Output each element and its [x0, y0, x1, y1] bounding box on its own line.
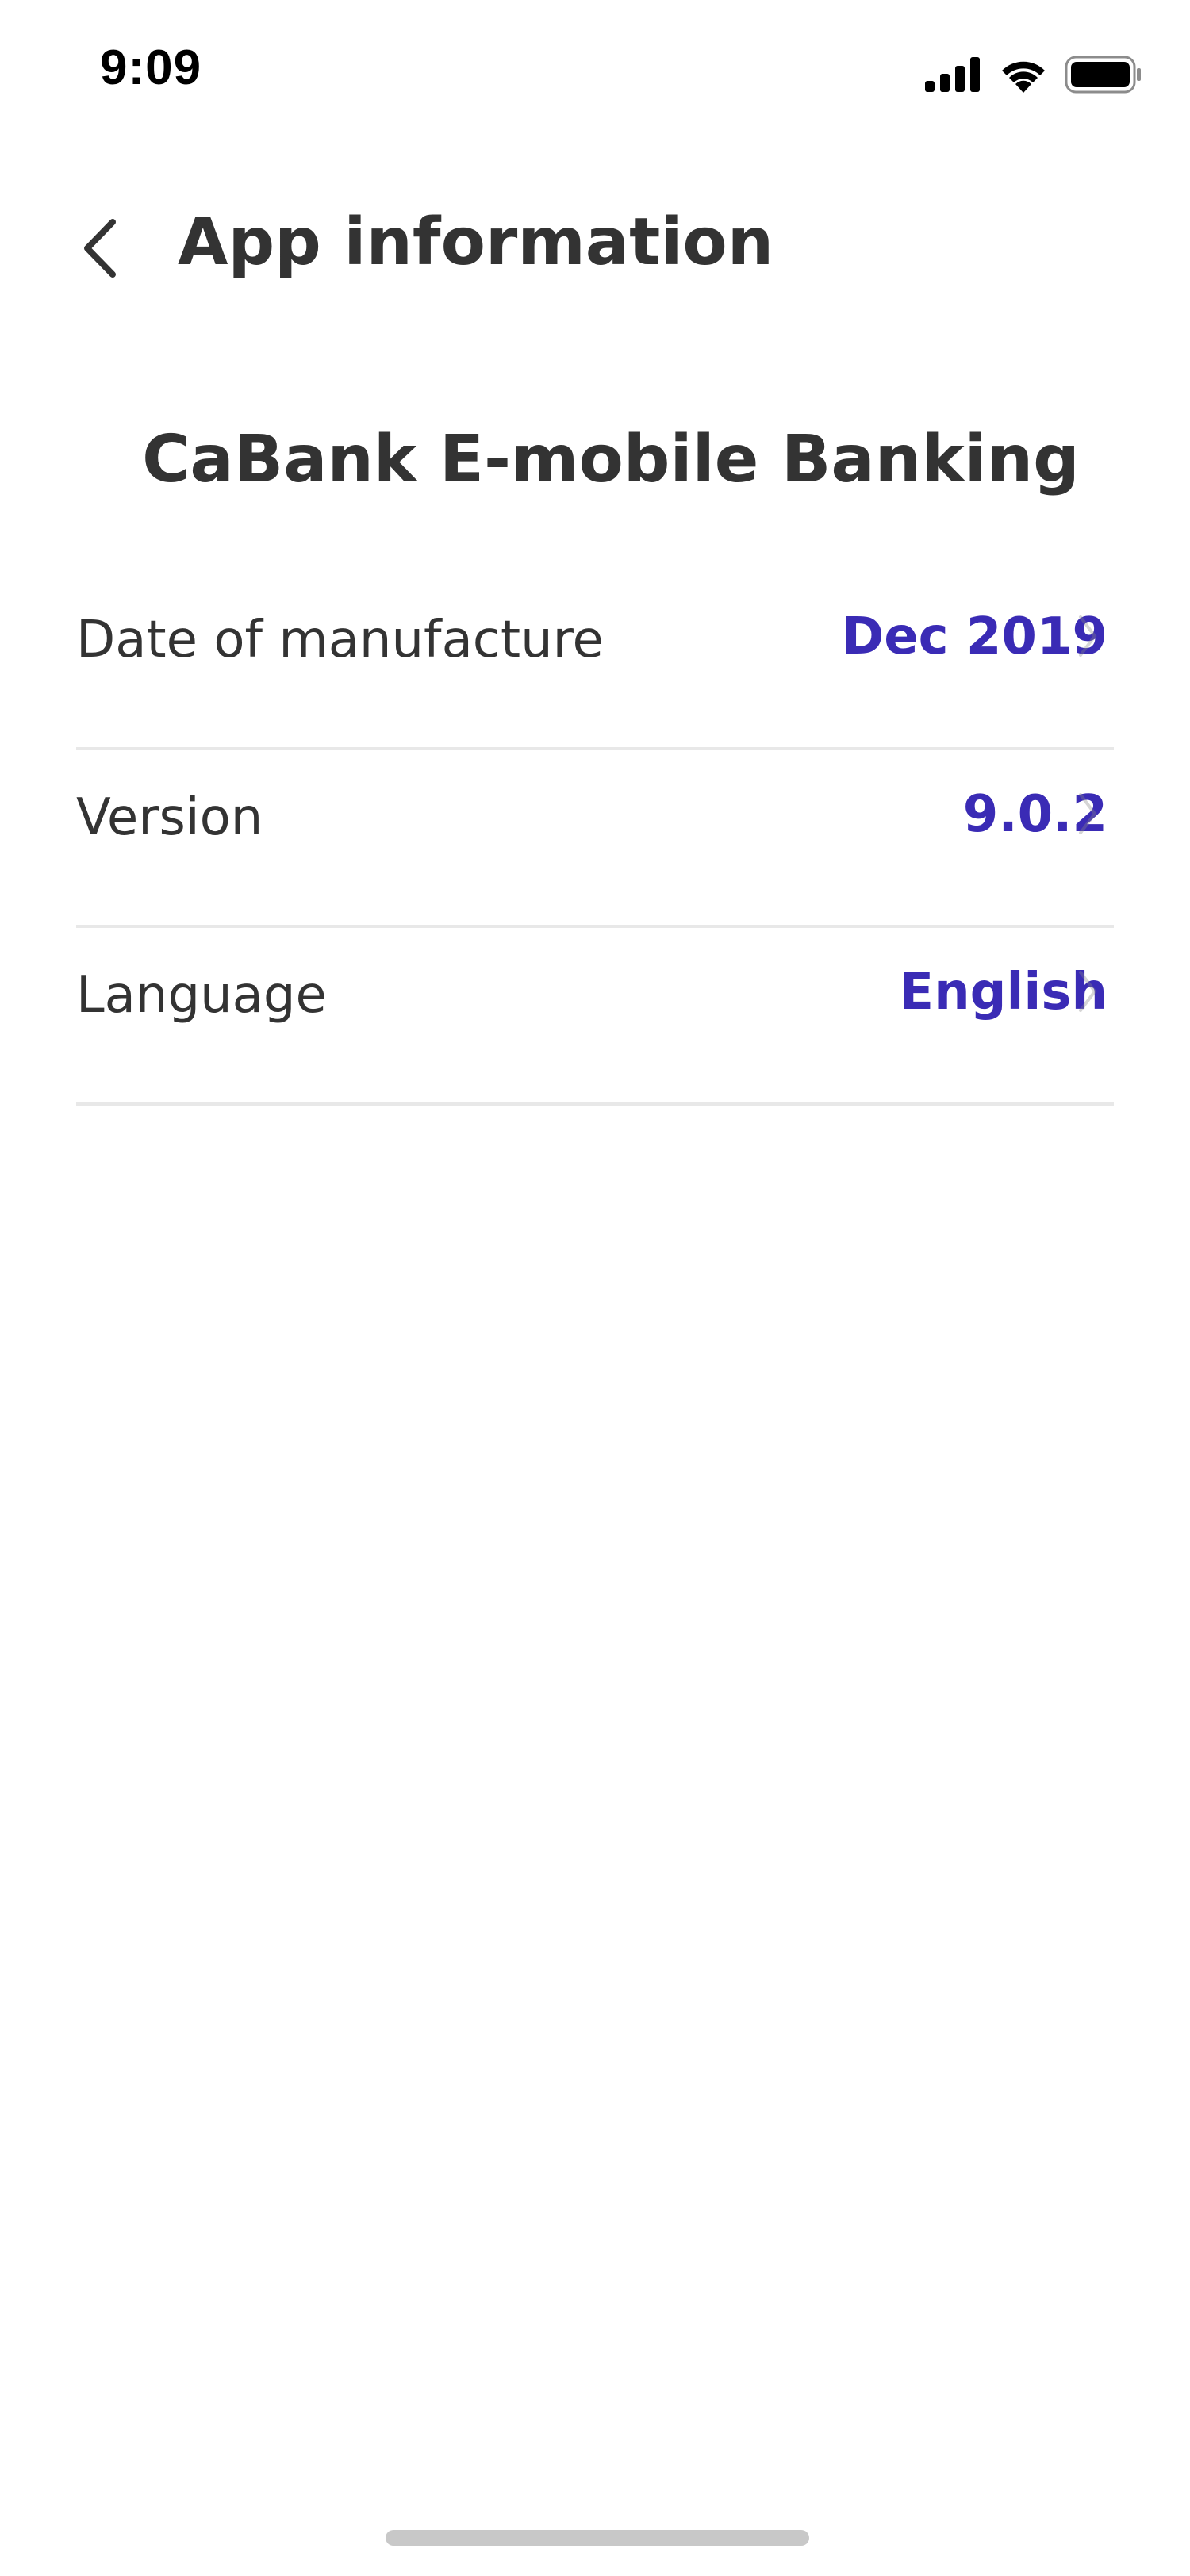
info-row-version[interactable]: Version 9.0.2 [76, 750, 1114, 928]
app-name: CaBank E-mobile Banking [142, 422, 1080, 497]
chevron-right-icon [1079, 971, 1097, 1012]
info-value: Dec 2019 [842, 608, 1107, 666]
page-title: App information [178, 205, 774, 280]
battery-icon [1065, 56, 1142, 94]
status-time: 9:09 [100, 40, 202, 95]
back-button[interactable] [56, 206, 143, 293]
info-list: Date of manufacture Dec 2019 Version 9.0… [76, 573, 1114, 1106]
signal-icon [925, 57, 982, 92]
status-bar: 9:09 [0, 0, 1190, 143]
header: App information [0, 182, 1190, 317]
info-label: Version [76, 788, 263, 847]
info-label: Language [76, 966, 327, 1025]
home-indicator[interactable] [386, 2530, 809, 2546]
chevron-right-icon [1079, 793, 1097, 834]
status-icons [925, 52, 1142, 97]
chevron-right-icon [1079, 615, 1097, 657]
info-row-language[interactable]: Language English [76, 928, 1114, 1106]
info-row-date-of-manufacture[interactable]: Date of manufacture Dec 2019 [76, 573, 1114, 750]
info-label: Date of manufacture [76, 611, 604, 669]
chevron-left-icon [79, 217, 119, 282]
wifi-icon [998, 56, 1049, 93]
